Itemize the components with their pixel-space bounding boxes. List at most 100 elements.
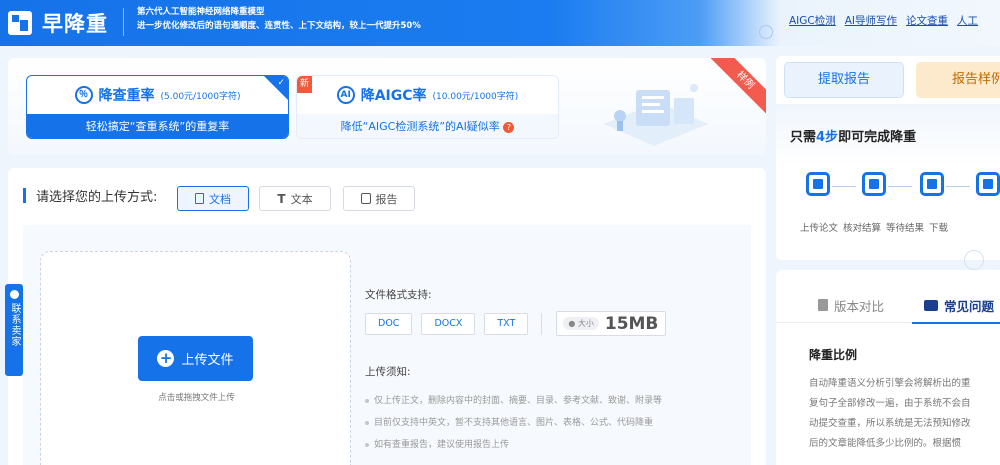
steps-title-highlight: 4步 bbox=[816, 130, 839, 145]
upload-hint: 点击或拖拽文件上传 bbox=[158, 393, 235, 403]
format-tag-doc: DOC bbox=[365, 312, 413, 335]
tagline: 第六代人工智能神经网络降重模型 进一步优化修改后的语句通顺度、连贯性、上下文结构… bbox=[137, 5, 421, 33]
upload-file-button[interactable]: + 上传文件 bbox=[138, 336, 253, 381]
chat-icon bbox=[924, 299, 938, 311]
upload-method-row: 请选择您的上传方式: bbox=[23, 186, 157, 205]
notice-item: 仅上传正文，删除内容中的封面、摘要、目录、参考文献、致谢、附录等 bbox=[365, 390, 662, 412]
faq-heading: 降重比例 bbox=[809, 348, 858, 362]
new-badge: 新 bbox=[297, 76, 312, 93]
upload-icon bbox=[806, 172, 830, 196]
service-subtitle: 轻松搞定“查重系统”的重复率 bbox=[27, 114, 288, 138]
steps-title: 只需4步即可完成降重 bbox=[790, 126, 916, 145]
upload-button-label: 上传文件 bbox=[181, 353, 234, 368]
tab-label: 常见问题 bbox=[944, 298, 995, 314]
top-header: 早降重 第六代人工智能神经网络降重模型 进一步优化修改后的语句通顺度、连贯性、上… bbox=[0, 0, 1000, 46]
step-label: 等待结果 bbox=[886, 223, 925, 234]
document-icon bbox=[818, 299, 828, 311]
section-marker bbox=[23, 188, 26, 203]
method-text-button[interactable]: T 文本 bbox=[259, 186, 331, 211]
upload-body: + 上传文件 点击或拖拽文件上传 文件格式支持: DOC DOCX TXT ● … bbox=[23, 225, 751, 465]
tagline-line-1: 第六代人工智能神经网络降重模型 bbox=[137, 7, 265, 17]
format-tag-txt: TXT bbox=[484, 312, 529, 335]
step-label: 下载 bbox=[929, 223, 949, 234]
step-label: 核对结算 bbox=[843, 223, 882, 234]
tab-version-compare[interactable]: 版本对比 bbox=[818, 287, 884, 323]
format-tags: DOC DOCX TXT ● 大小 15MB bbox=[365, 311, 667, 336]
size-badge: ● 大小 bbox=[563, 317, 599, 330]
step-connector bbox=[888, 186, 912, 187]
report-icon bbox=[360, 193, 371, 204]
nav-aigc-detect[interactable]: AIGC检测 bbox=[789, 13, 836, 28]
sample-ribbon-label: 样例 bbox=[708, 58, 766, 116]
faq-card: 版本对比 常见问题 降重比例 自动降重语义分析引擎会将解析出的重 复句子全部修改… bbox=[776, 270, 1000, 465]
tab-label: 版本对比 bbox=[834, 298, 885, 314]
faq-line: 后的文章能降低多少比例的。根据惯 bbox=[809, 438, 962, 449]
notice-item: 如有查重报告，建议使用报告上传 bbox=[365, 434, 662, 456]
contact-seller-label: 联系卖家 bbox=[9, 303, 20, 347]
faq-tabs: 版本对比 常见问题 bbox=[776, 287, 1000, 324]
report-sample-button[interactable]: 报告样例 bbox=[916, 62, 1000, 98]
report-actions: 提取报告 报告样例 bbox=[776, 56, 1000, 104]
steps-card: 只需4步即可完成降重 上传论文 核对结算 等待结果 下载 bbox=[776, 104, 1000, 260]
format-label: 文件格式支持: bbox=[365, 289, 432, 301]
plus-icon: + bbox=[157, 350, 175, 367]
logo-icon bbox=[8, 11, 32, 35]
upload-method-label: 请选择您的上传方式: bbox=[36, 190, 158, 205]
notice-list: 仅上传正文，删除内容中的封面、摘要、目录、参考文献、致谢、附录等 目前仅支持中英… bbox=[365, 390, 662, 456]
file-drop-zone[interactable]: + 上传文件 点击或拖拽文件上传 bbox=[40, 251, 351, 465]
nav-manual[interactable]: 人工 bbox=[957, 13, 978, 28]
faq-line: 动提交查重，所以系统是无法预知修改 bbox=[809, 418, 971, 429]
logo-text: 早降重 bbox=[42, 12, 108, 36]
text-icon: T bbox=[277, 191, 286, 206]
document-icon bbox=[195, 193, 204, 204]
nav-plagiarism-check[interactable]: 论文查重 bbox=[906, 13, 948, 28]
logo[interactable]: 早降重 bbox=[8, 6, 108, 40]
service-price: (5.00元/1000字符) bbox=[160, 91, 241, 102]
method-report-button[interactable]: 报告 bbox=[343, 186, 415, 211]
size-limit: ● 大小 15MB bbox=[556, 311, 667, 336]
sample-ribbon[interactable]: 样例 bbox=[708, 58, 766, 116]
faq-line: 自动降重语义分析引擎会将解析出的重 bbox=[809, 378, 971, 389]
method-document-button[interactable]: 文档 bbox=[177, 186, 249, 211]
format-divider bbox=[541, 312, 543, 335]
contact-seller-button[interactable]: 联系卖家 bbox=[5, 284, 23, 376]
chat-icon bbox=[9, 290, 19, 299]
upload-illustration bbox=[604, 84, 708, 146]
method-label: 报告 bbox=[375, 192, 398, 206]
service-card-reduce-aigc[interactable]: 新 AI 降AIGC率 (10.00元/1000字符) 降低“AIGC检测系统”… bbox=[296, 75, 559, 139]
service-selector: ％ 降查重率 (5.00元/1000字符) 轻松搞定“查重系统”的重复率 ✓ 新… bbox=[8, 58, 766, 155]
nav-ai-tutor-writing[interactable]: AI导师写作 bbox=[845, 13, 897, 28]
tab-faq[interactable]: 常见问题 bbox=[911, 287, 1000, 324]
extract-report-button[interactable]: 提取报告 bbox=[784, 62, 904, 98]
size-value: 15MB bbox=[604, 313, 659, 334]
step-connector bbox=[832, 186, 856, 187]
help-icon[interactable]: ? bbox=[503, 121, 515, 133]
service-subtitle: 降低“AIGC检测系统”的AI疑似率 bbox=[340, 120, 500, 133]
decorative-circle bbox=[964, 250, 984, 270]
service-card-reduce-duplicate[interactable]: ％ 降查重率 (5.00元/1000字符) 轻松搞定“查重系统”的重复率 ✓ bbox=[26, 75, 289, 139]
tagline-line-2: 进一步优化修改后的语句通顺度、连贯性、上下文结构，较上一代提升50% bbox=[137, 21, 421, 31]
faq-line: 复句子全部修改一遍，由于系统不会自 bbox=[809, 398, 971, 409]
method-label: 文本 bbox=[290, 192, 313, 206]
step-labels: 上传论文 核对结算 等待结果 下载 bbox=[800, 220, 948, 234]
step-label: 上传论文 bbox=[800, 223, 839, 234]
step-connector bbox=[946, 186, 970, 187]
step-icons bbox=[806, 172, 1000, 204]
top-nav: AIGC检测 AI导师写作 论文查重 人工 bbox=[789, 13, 978, 28]
method-label: 文档 bbox=[209, 192, 231, 206]
notice-label: 上传须知: bbox=[365, 366, 411, 378]
percent-icon: ％ bbox=[74, 86, 93, 104]
download-icon bbox=[976, 172, 1000, 196]
check-icon: ✓ bbox=[277, 78, 285, 88]
checkout-icon bbox=[862, 172, 886, 196]
service-price: (10.00元/1000字符) bbox=[432, 91, 519, 102]
service-title: 降查重率 bbox=[98, 88, 155, 104]
notice-item: 目前仅支持中英文，暂不支持其他语言、图片、表格、公式、代码降重 bbox=[365, 412, 662, 434]
service-title: 降AIGC率 bbox=[360, 88, 427, 104]
header-divider bbox=[123, 8, 124, 36]
steps-title-suffix: 即可完成降重 bbox=[838, 130, 917, 145]
ai-icon: AI bbox=[336, 86, 355, 104]
decorative-circle bbox=[759, 25, 773, 39]
format-tag-docx: DOCX bbox=[421, 312, 476, 335]
service-subtitle-row: 降低“AIGC检测系统”的AI疑似率 ? bbox=[297, 114, 558, 138]
